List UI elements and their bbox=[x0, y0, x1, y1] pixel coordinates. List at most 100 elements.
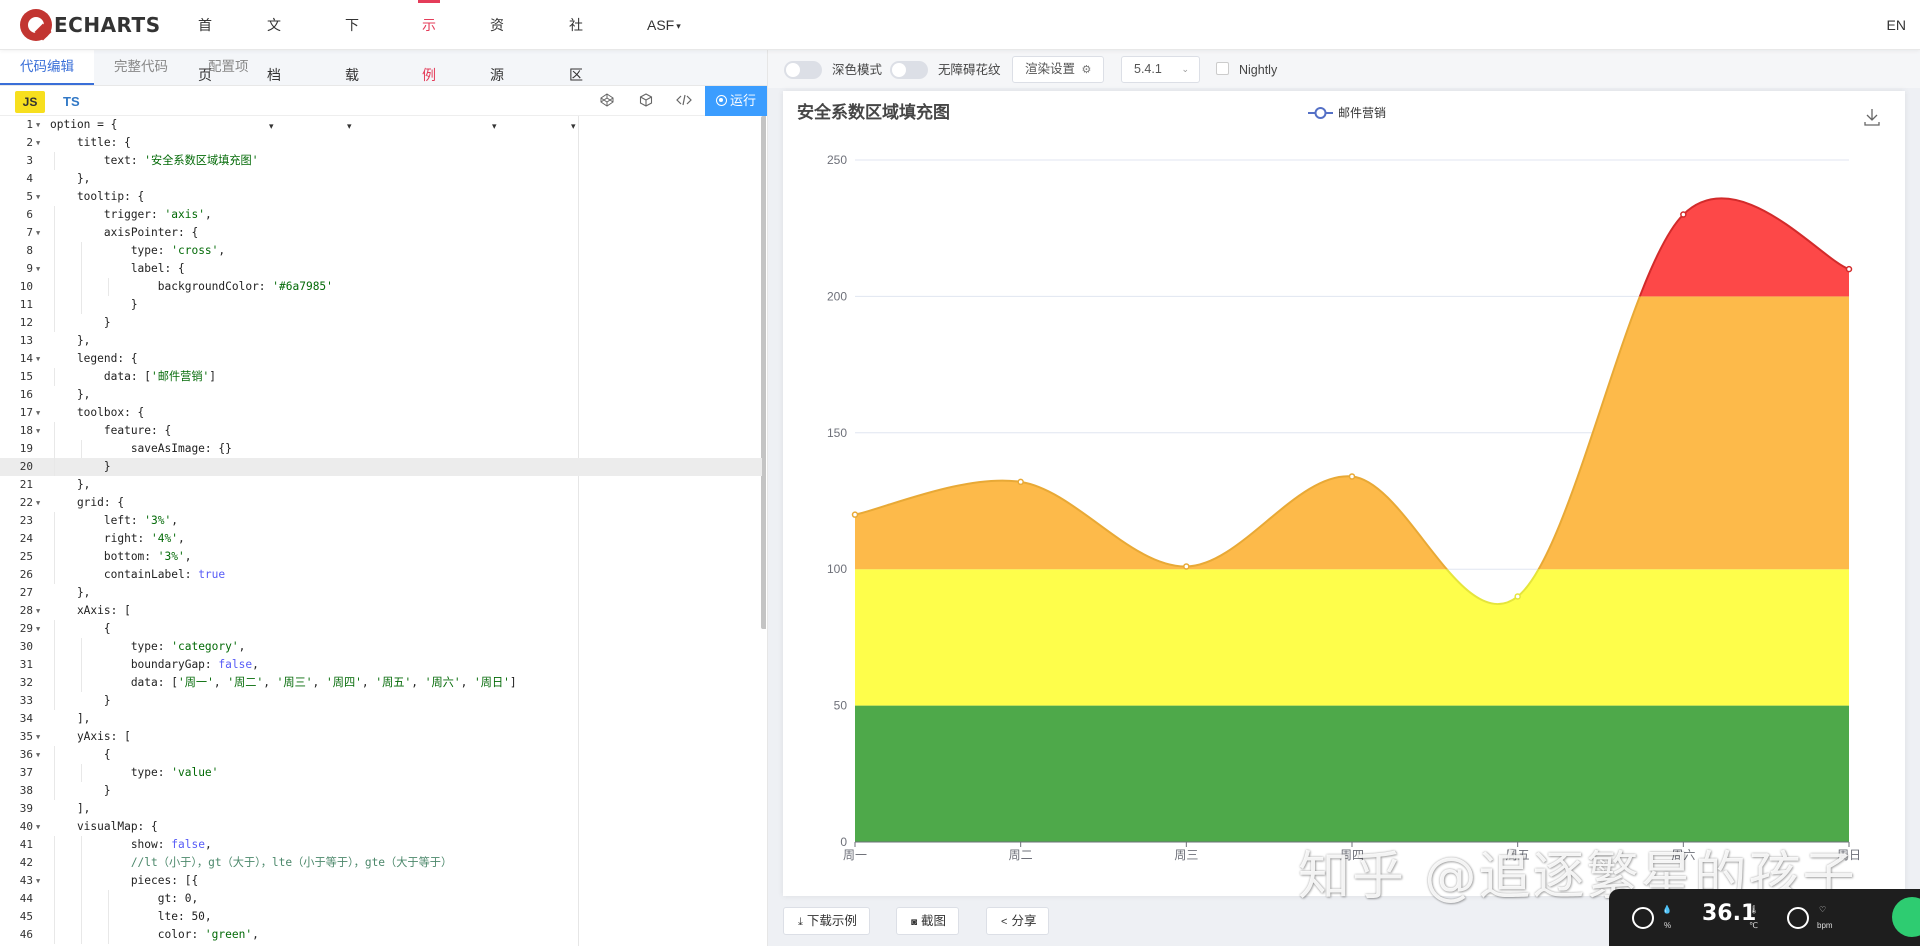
nav-item[interactable]: 首页 bbox=[198, 0, 212, 83]
lang-js-button[interactable]: JS bbox=[15, 91, 45, 113]
tab-code-edit[interactable]: 代码编辑 bbox=[0, 49, 94, 85]
fold-arrow-icon[interactable]: ▼ bbox=[36, 728, 40, 746]
fold-arrow-icon[interactable]: ▼ bbox=[36, 260, 40, 278]
line-number: 2 bbox=[26, 136, 33, 149]
code-line[interactable]: 35 ▼ yAxis: [ bbox=[0, 728, 762, 746]
nav-item[interactable]: 下载 ▾ bbox=[345, 0, 359, 131]
fold-arrow-icon[interactable]: ▼ bbox=[36, 188, 40, 206]
code-line[interactable]: 33 } bbox=[0, 692, 762, 710]
version-select[interactable]: 5.4.1 ⌄ bbox=[1121, 56, 1200, 83]
nav-item[interactable]: 社区 ▾ bbox=[569, 0, 583, 131]
code-line[interactable]: 7 ▼ axisPointer: { bbox=[0, 224, 762, 242]
code-line[interactable]: 41 show: false, bbox=[0, 836, 762, 854]
code-text: type: 'cross', bbox=[50, 244, 226, 257]
code-text: bottom: '3%', bbox=[50, 550, 192, 563]
code-line[interactable]: 10 backgroundColor: '#6a7985' bbox=[0, 278, 762, 296]
code-text: yAxis: [ bbox=[50, 730, 131, 743]
system-monitor-widget[interactable]: 💧 % 36.1 🌡 ℃ ♡ bpm bbox=[1609, 889, 1920, 946]
run-icon bbox=[715, 95, 727, 106]
fold-arrow-icon[interactable]: ▼ bbox=[36, 134, 40, 152]
code-line[interactable]: 12 } bbox=[0, 314, 762, 332]
code-line[interactable]: 43 ▼ pieces: [{ bbox=[0, 872, 762, 890]
codesandbox-icon[interactable] bbox=[638, 93, 654, 109]
codepen-icon[interactable] bbox=[599, 93, 615, 109]
fold-arrow-icon[interactable]: ▼ bbox=[36, 620, 40, 638]
code-line[interactable]: 40 ▼ visualMap: { bbox=[0, 818, 762, 836]
code-line[interactable]: 8 type: 'cross', bbox=[0, 242, 762, 260]
code-line[interactable]: 20 } bbox=[0, 458, 762, 476]
code-line[interactable]: 11 } bbox=[0, 296, 762, 314]
fold-arrow-icon[interactable]: ▼ bbox=[36, 746, 40, 764]
code-line[interactable]: 13 }, bbox=[0, 332, 762, 350]
code-line[interactable]: 37 type: 'value' bbox=[0, 764, 762, 782]
code-line[interactable]: 46 color: 'green', bbox=[0, 926, 762, 944]
fold-arrow-icon[interactable]: ▼ bbox=[36, 872, 40, 890]
code-line[interactable]: 14 ▼ legend: { bbox=[0, 350, 762, 368]
code-line[interactable]: 9 ▼ label: { bbox=[0, 260, 762, 278]
dark-mode-label: 深色模式 bbox=[832, 63, 883, 77]
share-button[interactable]: < 分享 bbox=[986, 907, 1050, 935]
code-line[interactable]: 30 type: 'category', bbox=[0, 638, 762, 656]
run-button[interactable]: 运行 bbox=[705, 86, 767, 116]
code-line[interactable]: 18 ▼ feature: { bbox=[0, 422, 762, 440]
render-settings-label: 渲染设置 bbox=[1025, 62, 1076, 76]
fold-arrow-icon[interactable]: ▼ bbox=[36, 818, 40, 836]
code-line[interactable]: 22 ▼ grid: { bbox=[0, 494, 762, 512]
code-line[interactable]: 26 containLabel: true bbox=[0, 566, 762, 584]
code-line[interactable]: 1 ▼ option = { bbox=[0, 116, 762, 134]
dark-mode-toggle[interactable] bbox=[784, 61, 822, 79]
code-line[interactable]: 29 ▼ { bbox=[0, 620, 762, 638]
code-line[interactable]: 23 left: '3%', bbox=[0, 512, 762, 530]
nav-item[interactable]: 资源 ▾ bbox=[490, 0, 504, 131]
code-area[interactable]: 1 ▼ option = {2 ▼ title: {3 text: '安全系数区域填充… bbox=[0, 116, 766, 946]
lang-ts-button[interactable]: TS bbox=[63, 91, 80, 113]
code-line[interactable]: 6 trigger: 'axis', bbox=[0, 206, 762, 224]
tab-full-code[interactable]: 完整代码 bbox=[94, 49, 188, 85]
fold-arrow-icon[interactable]: ▼ bbox=[36, 404, 40, 422]
code-format-icon[interactable] bbox=[676, 93, 692, 109]
nav-item[interactable]: 文档 ▾ bbox=[267, 0, 281, 131]
code-line[interactable]: 24 right: '4%', bbox=[0, 530, 762, 548]
code-line[interactable]: 15 data: ['邮件营销'] bbox=[0, 368, 762, 386]
code-line[interactable]: 28 ▼ xAxis: [ bbox=[0, 602, 762, 620]
render-settings-button[interactable]: 渲染设置 ⚙ bbox=[1012, 56, 1105, 83]
language-switch[interactable]: EN bbox=[1887, 0, 1906, 50]
nav-item[interactable]: ASF ▾ bbox=[647, 0, 681, 50]
fold-arrow-icon[interactable]: ▼ bbox=[36, 422, 40, 440]
code-line[interactable]: 21 }, bbox=[0, 476, 762, 494]
code-line[interactable]: 38 } bbox=[0, 782, 762, 800]
nav-item[interactable]: 示例 bbox=[418, 0, 440, 83]
code-line[interactable]: 19 saveAsImage: {} bbox=[0, 440, 762, 458]
save-image-icon[interactable] bbox=[1864, 109, 1880, 126]
fold-arrow-icon[interactable]: ▼ bbox=[36, 494, 40, 512]
code-line[interactable]: 25 bottom: '3%', bbox=[0, 548, 762, 566]
code-line[interactable]: 31 boundaryGap: false, bbox=[0, 656, 762, 674]
download-example-button[interactable]: ⤓ 下载示例 bbox=[783, 907, 870, 935]
area-band bbox=[855, 569, 1849, 706]
fold-arrow-icon[interactable]: ▼ bbox=[36, 350, 40, 368]
code-line[interactable]: 34 ], bbox=[0, 710, 762, 728]
fold-arrow-icon[interactable]: ▼ bbox=[36, 116, 40, 134]
fold-arrow-icon[interactable]: ▼ bbox=[36, 602, 40, 620]
fold-arrow-icon[interactable]: ▼ bbox=[36, 224, 40, 242]
echarts-logo[interactable]: ECHARTS bbox=[20, 9, 161, 41]
code-line[interactable]: 3 text: '安全系数区域填充图' bbox=[0, 152, 762, 170]
screenshot-button[interactable]: ◙ 截图 bbox=[896, 907, 960, 935]
nightly-checkbox[interactable] bbox=[1216, 62, 1229, 75]
code-line[interactable]: 27 }, bbox=[0, 584, 762, 602]
code-line[interactable]: 45 lte: 50, bbox=[0, 908, 762, 926]
code-line[interactable]: 5 ▼ tooltip: { bbox=[0, 188, 762, 206]
line-number: 16 bbox=[19, 388, 33, 401]
code-line[interactable]: 17 ▼ toolbox: { bbox=[0, 404, 762, 422]
code-line[interactable]: 4 }, bbox=[0, 170, 762, 188]
code-line[interactable]: 42 //lt（小于），gt（大于），lte（小于等于），gte（大于等于） bbox=[0, 854, 762, 872]
accessible-pattern-toggle[interactable] bbox=[890, 61, 928, 79]
line-number: 25 bbox=[19, 550, 33, 563]
code-line[interactable]: 32 data: ['周一', '周二', '周三', '周四', '周五', … bbox=[0, 674, 762, 692]
line-number: 20 bbox=[19, 460, 33, 473]
code-line[interactable]: 44 gt: 0, bbox=[0, 890, 762, 908]
code-line[interactable]: 16 }, bbox=[0, 386, 762, 404]
code-line[interactable]: 2 ▼ title: { bbox=[0, 134, 762, 152]
code-line[interactable]: 39 ], bbox=[0, 800, 762, 818]
code-line[interactable]: 36 ▼ { bbox=[0, 746, 762, 764]
